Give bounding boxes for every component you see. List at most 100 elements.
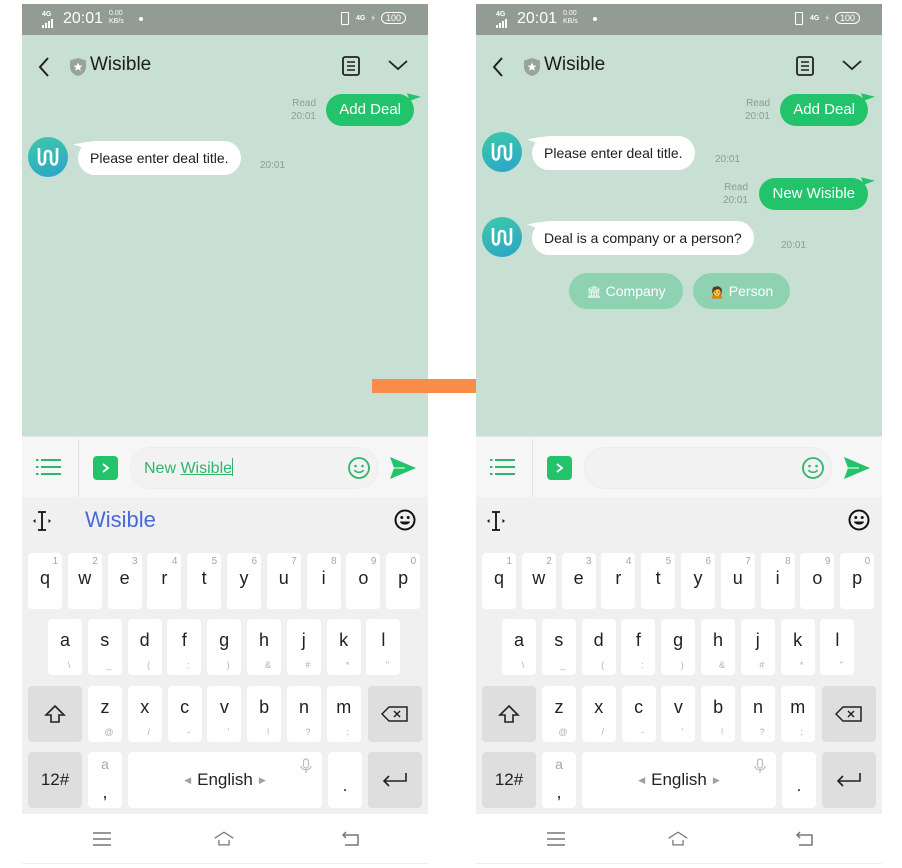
numbers-key[interactable]: 12# <box>28 752 82 808</box>
key-t[interactable]: 5t <box>187 553 222 609</box>
backspace-key[interactable] <box>822 686 876 742</box>
key-z[interactable]: z @ <box>542 686 576 742</box>
cursor-icon[interactable] <box>486 510 506 532</box>
key-j[interactable]: j # <box>286 619 321 675</box>
send-icon[interactable] <box>389 456 417 480</box>
back-icon[interactable] <box>794 829 816 849</box>
key-l[interactable]: l " <box>820 619 855 675</box>
key-l[interactable]: l " <box>366 619 401 675</box>
enter-key[interactable] <box>368 752 422 808</box>
key-d[interactable]: d( <box>581 619 616 675</box>
space-key[interactable]: ◀ English ▶ <box>128 752 322 808</box>
key-h[interactable]: h & <box>247 619 281 675</box>
numbers-key[interactable]: 12# <box>482 752 536 808</box>
quick-reply-company[interactable]: 🏛 Company <box>569 273 683 309</box>
home-icon[interactable] <box>667 829 689 849</box>
menu-list-icon[interactable] <box>490 457 516 477</box>
key-r[interactable]: 4r <box>147 553 182 609</box>
word-suggestion[interactable]: Wisible <box>85 507 156 533</box>
key-f[interactable]: f: <box>621 619 656 675</box>
emoji-icon[interactable] <box>801 456 825 480</box>
message-input-value[interactable]: New Wisible <box>144 458 234 478</box>
key-b[interactable]: b! <box>701 686 736 742</box>
key-y[interactable]: 6y <box>681 553 715 609</box>
chevron-down-icon[interactable] <box>841 57 863 73</box>
key-q[interactable]: 1q <box>28 553 62 609</box>
key-i[interactable]: 8i <box>760 553 795 609</box>
menu-list-icon[interactable] <box>36 457 62 477</box>
key-e[interactable]: 3e <box>107 553 142 609</box>
key-o[interactable]: 9o <box>346 553 381 609</box>
key-s[interactable]: s _ <box>541 619 576 675</box>
key-n[interactable]: n? <box>741 686 775 742</box>
key-a[interactable]: a \ <box>48 619 82 675</box>
back-icon[interactable] <box>340 829 362 849</box>
key-v[interactable]: v ' <box>207 686 242 742</box>
key-k[interactable]: k * <box>780 619 815 675</box>
key-b[interactable]: b! <box>247 686 282 742</box>
shift-key[interactable] <box>482 686 536 742</box>
period-key[interactable]: . <box>782 752 816 808</box>
key-x[interactable]: x / <box>581 686 616 742</box>
comma-key[interactable]: a, <box>542 752 576 808</box>
message-input[interactable]: New Wisible <box>130 447 378 489</box>
key-g[interactable]: g) <box>207 619 242 675</box>
comma-key[interactable]: a, <box>88 752 122 808</box>
send-icon[interactable] <box>843 456 871 480</box>
key-g[interactable]: g) <box>661 619 696 675</box>
key-q[interactable]: 1q <box>482 553 516 609</box>
key-h[interactable]: h & <box>701 619 735 675</box>
backspace-key[interactable] <box>368 686 422 742</box>
key-z[interactable]: z @ <box>88 686 122 742</box>
key-v[interactable]: v ' <box>661 686 696 742</box>
bot-avatar[interactable] <box>482 217 522 257</box>
back-icon[interactable] <box>36 55 52 79</box>
key-f[interactable]: f: <box>167 619 202 675</box>
key-m[interactable]: m; <box>780 686 815 742</box>
bot-avatar[interactable] <box>28 137 68 177</box>
menu-icon[interactable] <box>91 829 113 849</box>
cursor-icon[interactable] <box>32 510 52 532</box>
key-u[interactable]: 7u <box>266 553 301 609</box>
notes-icon[interactable] <box>794 55 816 77</box>
expand-button[interactable] <box>93 456 118 480</box>
bot-avatar[interactable] <box>482 132 522 172</box>
emoji-icon[interactable] <box>347 456 371 480</box>
notes-icon[interactable] <box>340 55 362 77</box>
key-k[interactable]: k * <box>326 619 361 675</box>
key-y[interactable]: 6y <box>227 553 261 609</box>
key-u[interactable]: 7u <box>720 553 755 609</box>
menu-icon[interactable] <box>545 829 567 849</box>
key-p[interactable]: 0p <box>840 553 875 609</box>
key-c[interactable]: c- <box>167 686 202 742</box>
shift-key[interactable] <box>28 686 82 742</box>
home-icon[interactable] <box>213 829 235 849</box>
chevron-down-icon[interactable] <box>387 57 409 73</box>
key-w[interactable]: 2w <box>67 553 102 609</box>
key-d[interactable]: d( <box>127 619 162 675</box>
key-a[interactable]: a \ <box>502 619 536 675</box>
key-t[interactable]: 5t <box>641 553 676 609</box>
key-e[interactable]: 3e <box>561 553 596 609</box>
key-x[interactable]: x / <box>127 686 162 742</box>
back-icon[interactable] <box>490 55 506 79</box>
chat-area[interactable]: Wisible Read 20:01 Add Deal Please enter … <box>22 35 428 436</box>
key-j[interactable]: j # <box>740 619 775 675</box>
enter-key[interactable] <box>822 752 876 808</box>
key-n[interactable]: n? <box>287 686 321 742</box>
chat-area[interactable]: Wisible Read 20:01 Add Deal Please enter … <box>476 35 882 436</box>
space-key[interactable]: ◀ English ▶ <box>582 752 776 808</box>
key-m[interactable]: m; <box>326 686 361 742</box>
key-s[interactable]: s _ <box>87 619 122 675</box>
quick-reply-person[interactable]: 🙍 Person <box>693 273 790 309</box>
key-i[interactable]: 8i <box>306 553 341 609</box>
expand-button[interactable] <box>547 456 572 480</box>
key-c[interactable]: c- <box>621 686 656 742</box>
key-p[interactable]: 0p <box>386 553 421 609</box>
key-o[interactable]: 9o <box>800 553 835 609</box>
key-w[interactable]: 2w <box>521 553 556 609</box>
message-input[interactable] <box>584 447 832 489</box>
emoji-icon[interactable] <box>848 509 870 531</box>
emoji-icon[interactable] <box>394 509 416 531</box>
period-key[interactable]: . <box>328 752 362 808</box>
